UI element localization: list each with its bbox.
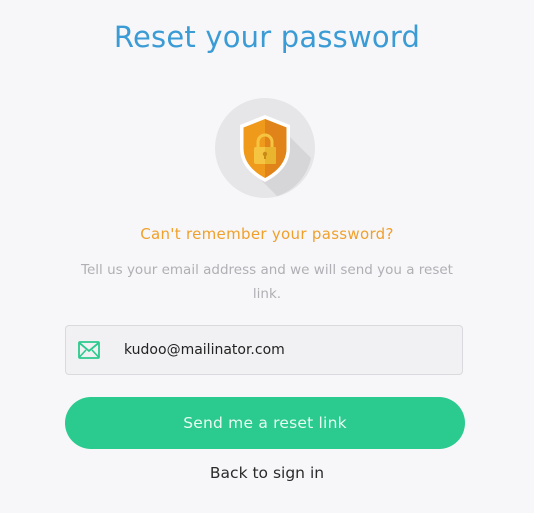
- reset-password-page: Reset your password Can't remember your …: [0, 0, 534, 513]
- instructions-text: Tell us your email address and we will s…: [81, 262, 453, 302]
- page-title: Reset your password: [113, 20, 421, 54]
- email-input[interactable]: [124, 326, 454, 374]
- back-to-sign-in-link[interactable]: Back to sign in: [0, 464, 534, 482]
- shield-lock-icon: [215, 98, 315, 198]
- mail-icon: [78, 341, 100, 359]
- subtitle-question: Can't remember your password?: [140, 225, 394, 243]
- email-field-container: [65, 325, 463, 375]
- send-reset-link-button[interactable]: Send me a reset link: [65, 397, 465, 449]
